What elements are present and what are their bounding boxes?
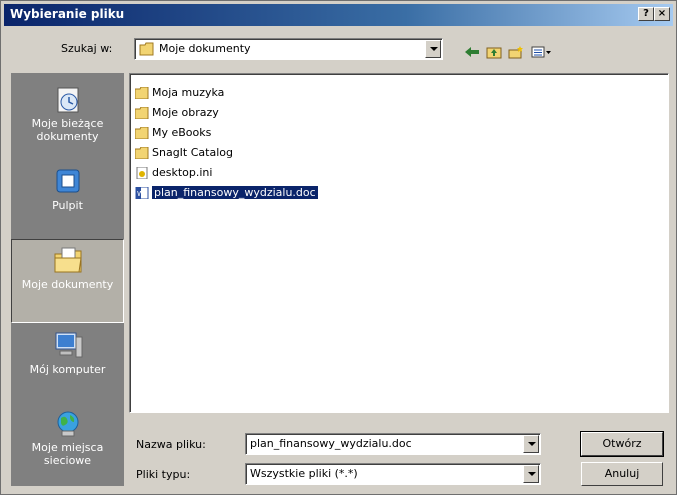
list-item[interactable]: Moje obrazy <box>135 106 219 122</box>
list-item-selected[interactable]: Wplan_finansowy_wydzialu.doc <box>135 186 318 202</box>
open-button[interactable]: Otwórz <box>580 431 664 457</box>
file-list[interactable]: Moja muzyka Moje obrazy My eBooks SnagIt… <box>129 73 669 413</box>
place-desktop[interactable]: Pulpit <box>11 161 124 239</box>
new-folder-icon[interactable] <box>507 45 525 61</box>
folder-icon <box>135 147 149 159</box>
my-computer-icon <box>55 332 82 358</box>
folder-icon <box>135 127 149 139</box>
folder-icon <box>135 87 149 99</box>
desktop-icon <box>56 169 79 193</box>
place-label: Pulpit <box>52 199 83 212</box>
list-item[interactable]: My eBooks <box>135 126 211 142</box>
recent-documents-icon <box>57 87 78 113</box>
chevron-down-icon[interactable] <box>523 435 539 453</box>
look-in-dropdown[interactable]: Moje dokumenty <box>134 38 443 60</box>
filename-value: plan_finansowy_wydzialu.doc <box>250 437 412 450</box>
place-recent-documents[interactable]: Moje bieżące dokumenty <box>11 79 124 157</box>
list-item[interactable]: SnagIt Catalog <box>135 146 233 162</box>
up-folder-icon[interactable] <box>485 45 503 61</box>
window-title: Wybieranie pliku <box>10 7 125 21</box>
list-item[interactable]: desktop.ini <box>135 166 212 182</box>
chevron-down-icon[interactable] <box>523 465 539 483</box>
filetype-value: Wszystkie pliki (*.*) <box>250 467 358 480</box>
file-open-dialog: Wybieranie pliku ? × Szukaj w: Moje doku… <box>0 0 677 495</box>
chevron-down-icon[interactable] <box>425 40 441 58</box>
back-arrow-icon[interactable] <box>463 45 481 61</box>
place-label: Moje miejsca sieciowe <box>31 441 104 467</box>
filetype-dropdown[interactable]: Wszystkie pliki (*.*) <box>245 463 541 485</box>
folder-icon <box>135 107 149 119</box>
my-documents-icon <box>54 247 82 273</box>
views-menu-icon[interactable] <box>531 45 553 61</box>
places-bar: Moje bieżące dokumenty Pulpit Moje dokum… <box>11 73 124 486</box>
close-button[interactable]: × <box>654 7 670 21</box>
filename-input[interactable]: plan_finansowy_wydzialu.doc <box>245 433 541 455</box>
help-button[interactable]: ? <box>638 7 654 21</box>
place-my-computer[interactable]: Mój komputer <box>11 325 124 403</box>
look-in-value: Moje dokumenty <box>159 42 251 55</box>
place-network[interactable]: Moje miejsca sieciowe <box>11 403 124 481</box>
word-document-icon: W <box>135 187 149 199</box>
look-in-label: Szukaj w: <box>61 42 113 55</box>
list-item[interactable]: Moja muzyka <box>135 86 224 102</box>
place-label: Moje dokumenty <box>21 278 114 291</box>
filename-label: Nazwa pliku: <box>136 438 206 451</box>
settings-file-icon <box>136 167 148 179</box>
svg-text:W: W <box>137 190 144 198</box>
folder-icon <box>139 42 154 56</box>
place-label: Mój komputer <box>29 363 106 376</box>
place-label: Moje bieżące dokumenty <box>31 117 104 143</box>
network-places-icon <box>57 411 78 437</box>
place-my-documents[interactable]: Moje dokumenty <box>11 239 124 323</box>
title-bar[interactable]: Wybieranie pliku ? × <box>4 4 673 26</box>
filetype-label: Pliki typu: <box>136 468 191 481</box>
cancel-button[interactable]: Anuluj <box>581 462 663 486</box>
